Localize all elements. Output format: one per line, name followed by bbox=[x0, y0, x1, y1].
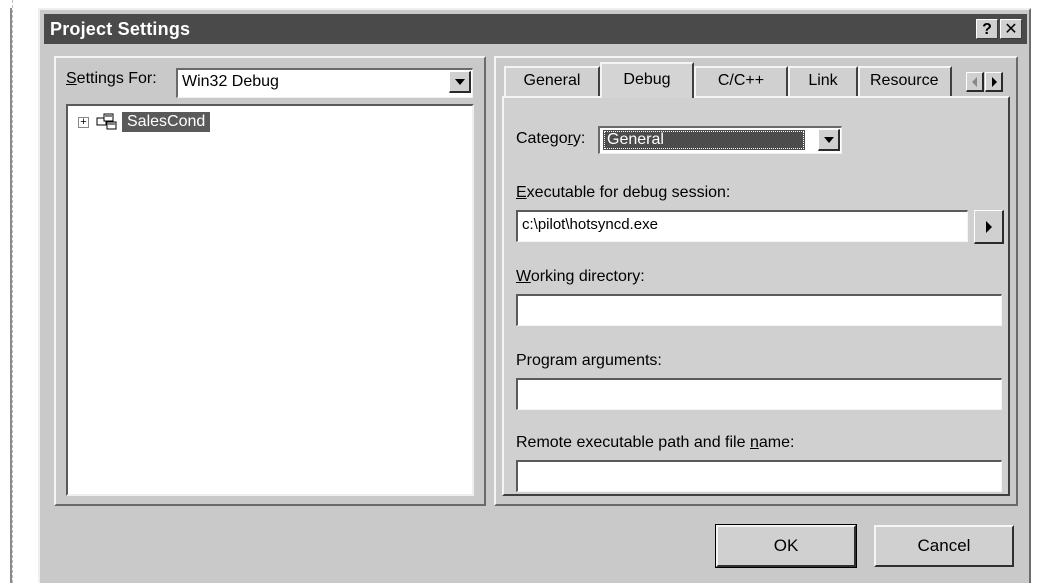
debug-tab-content: Category: General Executable for debug s… bbox=[502, 96, 1010, 496]
tab-label: Resource bbox=[870, 72, 939, 89]
expand-icon[interactable]: + bbox=[78, 117, 89, 128]
settings-for-label-accel: S bbox=[66, 70, 77, 87]
tab-label: General bbox=[523, 72, 581, 89]
chevron-down-icon bbox=[824, 137, 834, 143]
remote-executable-input[interactable] bbox=[516, 460, 1002, 492]
title-bar[interactable]: Project Settings ? ✕ bbox=[44, 14, 1027, 44]
working-directory-label: Working directory: bbox=[516, 268, 645, 285]
project-tree[interactable]: + SalesCond bbox=[66, 104, 474, 496]
tab-link[interactable]: Link bbox=[788, 66, 858, 96]
chevron-down-icon bbox=[455, 79, 465, 85]
settings-for-value: Win32 Debug bbox=[182, 73, 279, 90]
help-button[interactable]: ? bbox=[976, 19, 998, 39]
settings-for-label-text: ettings For: bbox=[76, 70, 157, 87]
working-directory-input[interactable] bbox=[516, 294, 1002, 326]
ok-button[interactable]: OK bbox=[715, 524, 857, 568]
tab-general[interactable]: General bbox=[504, 66, 600, 96]
category-label: Category: bbox=[516, 130, 586, 147]
window-title: Project Settings bbox=[50, 19, 191, 39]
program-arguments-label: Program arguments: bbox=[516, 352, 662, 369]
page-margin bbox=[0, 0, 13, 583]
settings-for-dropdown-button[interactable] bbox=[449, 71, 471, 93]
settings-for-panel: Settings For: Win32 Debug + SalesCond bbox=[54, 56, 486, 506]
tab-debug[interactable]: Debug bbox=[600, 62, 694, 98]
tab-label: C/C++ bbox=[717, 72, 765, 89]
tab-label: Debug bbox=[623, 71, 671, 88]
tab-label: Link bbox=[808, 72, 838, 89]
remote-executable-label: Remote executable path and file name: bbox=[516, 434, 795, 451]
executable-browse-button[interactable] bbox=[974, 210, 1004, 244]
cancel-button[interactable]: Cancel bbox=[874, 525, 1014, 567]
help-icon: ? bbox=[982, 21, 992, 38]
close-icon: ✕ bbox=[1004, 21, 1018, 38]
tab-resource[interactable]: Resource bbox=[858, 66, 952, 96]
page-margin-line bbox=[10, 8, 12, 583]
scroll-left-icon bbox=[972, 77, 977, 87]
project-settings-dialog: Project Settings ? ✕ Settings For: Win32… bbox=[38, 8, 1031, 583]
tree-item-label: SalesCond bbox=[122, 112, 211, 132]
settings-for-dropdown[interactable]: Win32 Debug bbox=[176, 68, 473, 98]
scroll-right-icon bbox=[992, 77, 997, 87]
settings-tabs-panel: General Debug C/C++ Link Resource Catego… bbox=[494, 56, 1018, 506]
close-button[interactable]: ✕ bbox=[1000, 19, 1022, 39]
category-dropdown[interactable]: General bbox=[598, 126, 842, 154]
executable-label: Executable for debug session: bbox=[516, 184, 731, 201]
tab-scroll-left-button[interactable] bbox=[966, 72, 984, 92]
executable-input[interactable]: c:\pilot\hotsyncd.exe bbox=[516, 210, 968, 242]
settings-for-label: Settings For: bbox=[66, 70, 157, 88]
browse-arrow-icon bbox=[986, 221, 992, 233]
tab-c-cpp[interactable]: C/C++ bbox=[694, 66, 788, 96]
project-icon bbox=[96, 113, 117, 130]
category-dropdown-button[interactable] bbox=[818, 129, 840, 151]
program-arguments-input[interactable] bbox=[516, 378, 1002, 410]
category-value: General bbox=[603, 130, 805, 150]
tab-scroll-right-button[interactable] bbox=[985, 72, 1003, 92]
